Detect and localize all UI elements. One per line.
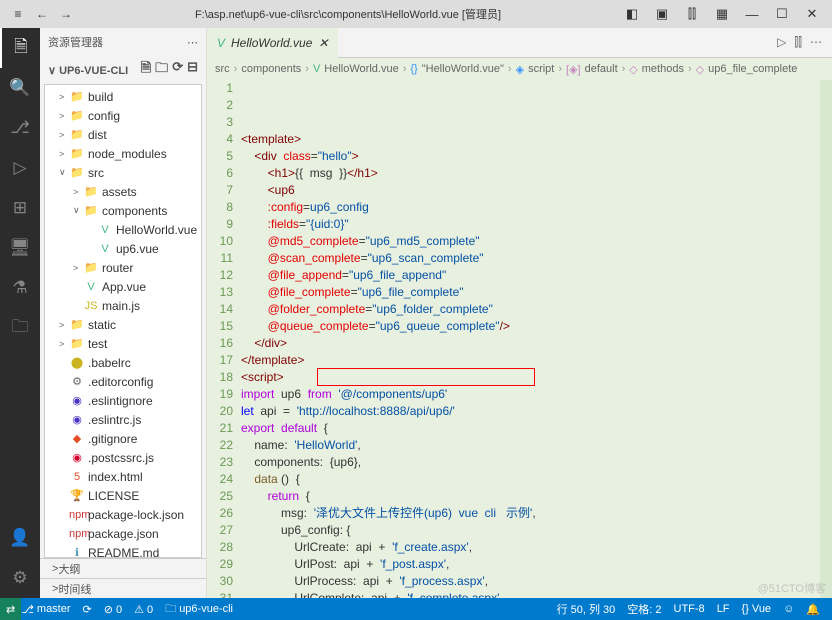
outline-section[interactable]: > 大纲 — [40, 558, 206, 578]
git-sync[interactable]: ⟳ — [77, 598, 98, 620]
tree-item[interactable]: 5index.html — [45, 467, 201, 486]
status-bar: ⇄ ⎇ master ⟳ ⊘ 0 ⚠ 0 🗀 up6-vue-cli 行 50,… — [0, 598, 832, 620]
search-icon[interactable]: 🔍 — [0, 68, 40, 108]
timeline-section[interactable]: > 时间线 — [40, 578, 206, 598]
editor-area: V HelloWorld.vue ✕ ▷ ⫿⫿ ⋯ src› component… — [207, 28, 832, 598]
tree-item[interactable]: ◉.eslintignore — [45, 391, 201, 410]
cursor-position[interactable]: 行 50, 列 30 — [551, 601, 622, 617]
breadcrumb[interactable]: src› components› VHelloWorld.vue› {}"Hel… — [207, 58, 832, 80]
back-icon[interactable]: ← — [30, 2, 54, 26]
tree-item[interactable]: >📁test — [45, 334, 201, 353]
tree-item[interactable]: VHelloWorld.vue — [45, 220, 201, 239]
layout-sidebar-icon[interactable]: ▣ — [648, 2, 676, 26]
more-icon[interactable]: ⋯ — [187, 36, 198, 49]
remote-icon[interactable]: 🖥 — [0, 228, 40, 268]
code-editor[interactable]: 1234567891011121314151617181920212223242… — [207, 80, 832, 598]
encoding-status[interactable]: UTF-8 — [668, 601, 711, 617]
tree-item[interactable]: >📁router — [45, 258, 201, 277]
tree-item[interactable]: ◉.eslintrc.js — [45, 410, 201, 429]
tree-item[interactable]: ℹREADME.md — [45, 543, 201, 558]
watermark: @51CTO博客 — [758, 580, 826, 596]
tree-item[interactable]: >📁static — [45, 315, 201, 334]
account-icon[interactable]: 👤 — [0, 518, 40, 558]
extensions-icon[interactable]: ⊞ — [0, 188, 40, 228]
forward-icon[interactable]: → — [54, 2, 78, 26]
problems-warnings[interactable]: ⚠ 0 — [128, 598, 159, 620]
maximize-icon[interactable]: ☐ — [768, 2, 796, 26]
tree-item[interactable]: 🏆LICENSE — [45, 486, 201, 505]
minimize-icon[interactable]: — — [738, 2, 766, 26]
problems-errors[interactable]: ⊘ 0 — [98, 598, 128, 620]
eol-status[interactable]: LF — [711, 601, 736, 617]
tree-item[interactable]: ∨📁src — [45, 163, 201, 182]
more-actions-icon[interactable]: ⋯ — [810, 35, 822, 50]
title-bar: ≡ ← → F:\asp.net\up6-vue-cli\src\compone… — [0, 0, 832, 28]
tree-item[interactable]: ◆.gitignore — [45, 429, 201, 448]
tree-item[interactable]: >📁node_modules — [45, 144, 201, 163]
explorer-icon[interactable]: 🗎 — [0, 28, 40, 68]
feedback-icon[interactable]: ☺ — [777, 601, 800, 617]
split-editor-icon[interactable]: ⫿⫿ — [794, 35, 802, 50]
tree-item[interactable]: ⬤.babelrc — [45, 353, 201, 372]
collapse-icon[interactable]: ⊟ — [187, 59, 198, 81]
tree-item[interactable]: >📁assets — [45, 182, 201, 201]
tab-helloworld[interactable]: V HelloWorld.vue ✕ — [207, 28, 338, 58]
tree-item[interactable]: >📁config — [45, 106, 201, 125]
file-tree[interactable]: >📁build>📁config>📁dist>📁node_modules∨📁src… — [44, 84, 202, 558]
tree-item[interactable]: >📁build — [45, 87, 201, 106]
tree-item[interactable]: npmpackage-lock.json — [45, 505, 201, 524]
language-mode[interactable]: {} Vue — [736, 601, 778, 617]
git-branch[interactable]: ⎇ master — [15, 598, 76, 620]
explorer-panel: 资源管理器 ⋯ ∨ UP6-VUE-CLI 🗎 🗀 ⟳ ⊟ >📁build>📁c… — [40, 28, 207, 598]
source-control-icon[interactable]: ⎇ — [0, 108, 40, 148]
workspace-folder[interactable]: 🗀 up6-vue-cli — [159, 598, 239, 620]
layout-grid-icon[interactable]: ▦ — [708, 2, 736, 26]
minimap[interactable] — [820, 80, 832, 598]
tree-item[interactable]: ∨📁components — [45, 201, 201, 220]
tab-close-icon[interactable]: ✕ — [318, 36, 328, 50]
settings-icon[interactable]: ⚙ — [0, 558, 40, 598]
indent-status[interactable]: 空格: 2 — [621, 601, 667, 617]
debug-icon[interactable]: ▷ — [0, 148, 40, 188]
tree-item[interactable]: ◉.postcssrc.js — [45, 448, 201, 467]
app-menu-icon[interactable]: ≡ — [6, 2, 30, 26]
activity-bar: 🗎 🔍 ⎇ ▷ ⊞ 🖥 ⚗ 🗀 👤 ⚙ — [0, 28, 40, 598]
layout-split-icon[interactable]: ⫿⫿ — [678, 2, 706, 26]
tree-item[interactable]: JSmain.js — [45, 296, 201, 315]
project-root[interactable]: UP6-VUE-CLI — [59, 65, 128, 77]
tree-item[interactable]: Vup6.vue — [45, 239, 201, 258]
editor-tabs: V HelloWorld.vue ✕ ▷ ⫿⫿ ⋯ — [207, 28, 832, 58]
folder-open-icon[interactable]: 🗀 — [0, 308, 40, 348]
tree-item[interactable]: ⚙.editorconfig — [45, 372, 201, 391]
testing-icon[interactable]: ⚗ — [0, 268, 40, 308]
tree-item[interactable]: npmpackage.json — [45, 524, 201, 543]
run-icon[interactable]: ▷ — [777, 35, 786, 50]
tree-item[interactable]: >📁dist — [45, 125, 201, 144]
notifications-icon[interactable]: 🔔 — [800, 601, 826, 617]
vue-icon: V — [217, 36, 225, 50]
layout-panel-icon[interactable]: ◧ — [618, 2, 646, 26]
refresh-icon[interactable]: ⟳ — [172, 59, 183, 81]
new-file-icon[interactable]: 🗎 — [141, 59, 151, 81]
tree-item[interactable]: VApp.vue — [45, 277, 201, 296]
new-folder-icon[interactable]: 🗀 — [155, 59, 168, 81]
highlight-box — [317, 368, 535, 386]
line-numbers: 1234567891011121314151617181920212223242… — [207, 80, 241, 598]
window-title: F:\asp.net\up6-vue-cli\src\components\He… — [78, 6, 618, 22]
close-icon[interactable]: ✕ — [798, 2, 826, 26]
explorer-title: 资源管理器 — [48, 34, 103, 50]
